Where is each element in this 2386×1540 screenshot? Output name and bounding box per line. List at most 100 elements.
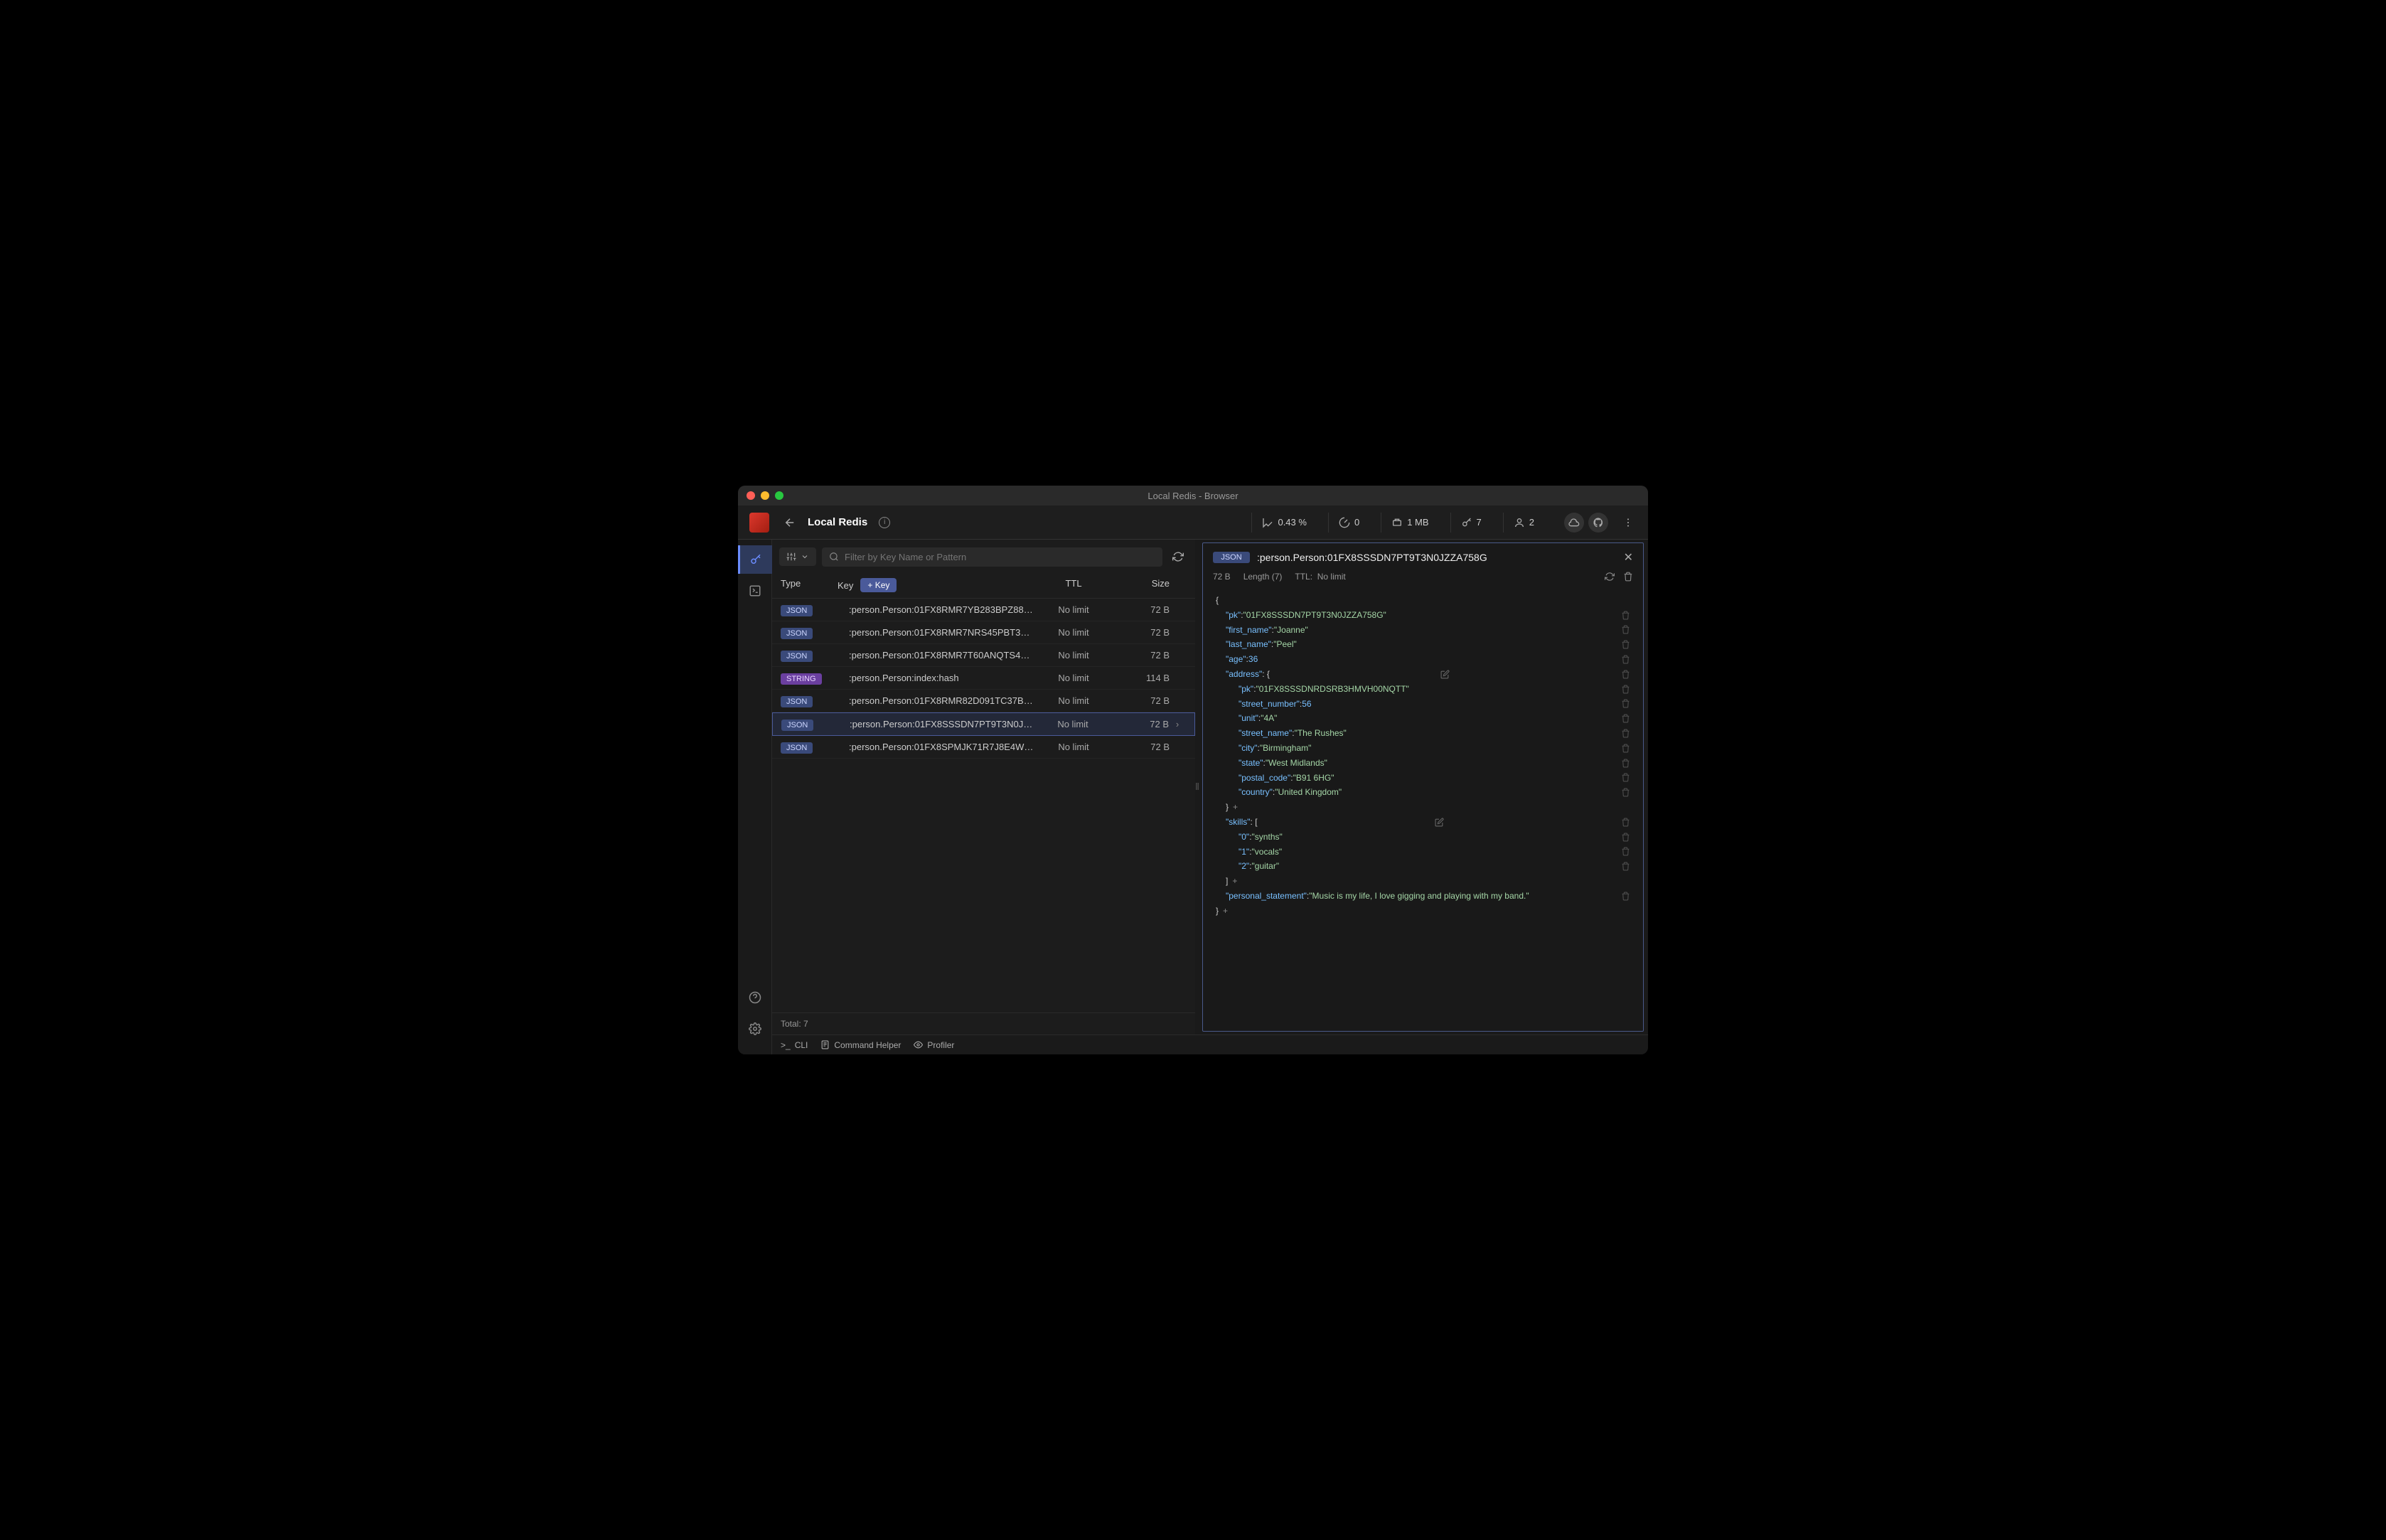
key-row[interactable]: JSON :person.Person:01FX8SPMJK71R7J8E4W6…	[772, 736, 1195, 759]
info-icon[interactable]: i	[879, 517, 890, 528]
sidebar-help[interactable]	[741, 983, 769, 1012]
filter-dropdown[interactable]	[779, 547, 816, 566]
key-row[interactable]: JSON :person.Person:01FX8RMR7T60ANQTS4P9…	[772, 644, 1195, 667]
key-name: :person.Person:01FX8RMR7T60ANQTS4P9NKPKX…	[838, 650, 1034, 661]
detail-key-name: :person.Person:01FX8SSSDN7PT9T3N0JZZA758…	[1257, 552, 1617, 563]
header-toolbar: Local Redis i 0.43 % 0 1 MB 7 2	[738, 506, 1648, 540]
key-row[interactable]: JSON :person.Person:01FX8SSSDN7PT9T3N0JZ…	[772, 712, 1195, 736]
json-line: "skills" : [	[1213, 815, 1633, 830]
key-ttl: No limit	[1034, 742, 1113, 752]
close-detail-button[interactable]: ✕	[1624, 550, 1633, 565]
delete-field-button[interactable]	[1615, 833, 1630, 842]
cloud-button[interactable]	[1564, 513, 1584, 533]
key-row[interactable]: JSON :person.Person:01FX8RMR82D091TC37B4…	[772, 690, 1195, 712]
delete-field-button[interactable]	[1615, 611, 1630, 620]
back-button[interactable]	[783, 516, 796, 529]
json-line: {	[1213, 593, 1633, 608]
key-size: 72 B	[1113, 604, 1170, 615]
github-button[interactable]	[1588, 513, 1608, 533]
chevron-down-icon	[801, 552, 809, 561]
key-name: :person.Person:01FX8SSSDN7PT9T3N0JZZA758…	[838, 719, 1034, 729]
close-window-button[interactable]	[747, 491, 755, 500]
detail-length: Length (7)	[1243, 572, 1283, 582]
redis-logo-icon	[749, 513, 769, 533]
key-row[interactable]: JSON :person.Person:01FX8RMR7NRS45PBT3XP…	[772, 621, 1195, 644]
footer-profiler[interactable]: Profiler	[914, 1040, 954, 1050]
detail-size: 72 B	[1213, 572, 1231, 582]
key-ttl: No limit	[1034, 650, 1113, 661]
json-line: "first_name" : "Joanne"	[1213, 623, 1633, 638]
delete-field-button[interactable]	[1615, 714, 1630, 723]
delete-field-button[interactable]	[1615, 862, 1630, 871]
json-line: "unit" : "4A"	[1213, 711, 1633, 726]
delete-field-button[interactable]	[1615, 729, 1630, 738]
stat-cpu: 0.43 %	[1251, 513, 1316, 533]
json-line: "postal_code" : "B91 6HG"	[1213, 771, 1633, 786]
delete-field-button[interactable]	[1615, 685, 1630, 694]
edit-field-button[interactable]	[1429, 818, 1444, 827]
delete-field-button[interactable]	[1615, 892, 1630, 901]
json-line: "0" : "synths"	[1213, 830, 1633, 845]
key-list: JSON :person.Person:01FX8RMR7YB283BPZ88H…	[772, 599, 1195, 1012]
edit-field-button[interactable]	[1435, 670, 1450, 679]
cpu-icon	[1262, 517, 1273, 528]
delete-field-button[interactable]	[1615, 655, 1630, 664]
search-input[interactable]	[845, 552, 1155, 562]
delete-field-button[interactable]	[1615, 759, 1630, 768]
gauge-icon	[1339, 517, 1350, 528]
more-menu-button[interactable]	[1620, 514, 1637, 531]
key-name: :person.Person:01FX8RMR7YB283BPZ88HAG066…	[838, 604, 1034, 615]
delete-field-button[interactable]	[1615, 744, 1630, 753]
delete-field-button[interactable]	[1615, 847, 1630, 856]
key-row[interactable]: JSON :person.Person:01FX8RMR7YB283BPZ88H…	[772, 599, 1195, 621]
json-line: ]+	[1213, 874, 1633, 889]
delete-field-button[interactable]	[1615, 625, 1630, 634]
footer-cli[interactable]: >_CLI	[781, 1040, 808, 1050]
delete-field-button[interactable]	[1615, 818, 1630, 827]
footer-command-helper[interactable]: Command Helper	[820, 1040, 901, 1050]
traffic-lights	[747, 491, 783, 500]
delete-field-button[interactable]	[1615, 788, 1630, 797]
total-label: Total: 7	[772, 1012, 1195, 1034]
refresh-detail-button[interactable]	[1605, 572, 1615, 582]
refresh-button[interactable]	[1168, 547, 1188, 567]
add-field-button[interactable]: +	[1233, 801, 1238, 813]
sidebar-workbench[interactable]	[741, 577, 769, 605]
stat-clients: 2	[1503, 513, 1544, 533]
keys-panel: Type Key + Key TTL Size JSON :person.Per…	[772, 540, 1195, 1034]
type-badge: JSON	[781, 696, 813, 707]
maximize-window-button[interactable]	[775, 491, 783, 500]
json-line: "1" : "vocals"	[1213, 845, 1633, 860]
json-line: "street_number" : 56	[1213, 697, 1633, 712]
add-field-button[interactable]: +	[1232, 875, 1237, 887]
json-line: }+	[1213, 904, 1633, 919]
key-size: 114 B	[1113, 673, 1170, 683]
add-field-button[interactable]: +	[1223, 905, 1228, 917]
sidebar-settings[interactable]	[741, 1015, 769, 1043]
delete-key-button[interactable]	[1623, 572, 1633, 582]
delete-field-button[interactable]	[1615, 699, 1630, 708]
window-title: Local Redis - Browser	[1147, 491, 1238, 501]
key-ttl: No limit	[1034, 673, 1113, 683]
stat-commands: 0	[1328, 513, 1369, 533]
delete-field-button[interactable]	[1615, 640, 1630, 649]
delete-field-button[interactable]	[1615, 773, 1630, 782]
key-ttl: No limit	[1034, 627, 1113, 638]
json-viewer: {"pk" : "01FX8SSSDN7PT9T3N0JZZA758G""fir…	[1203, 589, 1643, 1031]
delete-field-button[interactable]	[1615, 670, 1630, 679]
type-badge: JSON	[781, 651, 813, 662]
col-key: Key + Key	[838, 578, 1034, 592]
footer-bar: >_CLI Command Helper Profiler	[772, 1034, 1648, 1054]
table-header: Type Key + Key TTL Size	[772, 572, 1195, 599]
key-size: 72 B	[1113, 695, 1170, 706]
key-name: :person.Person:01FX8RMR82D091TC37B45RCWY…	[838, 695, 1034, 706]
col-type: Type	[781, 578, 838, 592]
panel-divider[interactable]: ⦀	[1195, 540, 1199, 1034]
sidebar-browser[interactable]	[738, 545, 772, 574]
minimize-window-button[interactable]	[761, 491, 769, 500]
key-row[interactable]: STRING :person.Person:index:hash No limi…	[772, 667, 1195, 690]
json-line: "address" : {	[1213, 667, 1633, 682]
add-key-button[interactable]: + Key	[860, 578, 897, 592]
type-badge: JSON	[781, 720, 813, 731]
search-box[interactable]	[822, 547, 1162, 567]
